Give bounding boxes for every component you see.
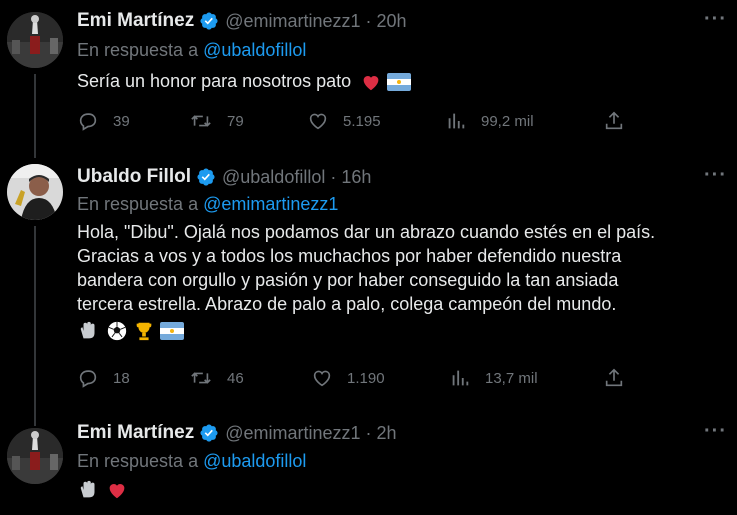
- share-icon: [605, 368, 623, 387]
- tweet-header: Emi Martínez @emimartinezz1 · 20h: [77, 8, 407, 34]
- display-name[interactable]: Emi Martínez: [77, 422, 194, 444]
- tweet-text: Hola, "Dibu". Ojalá nos podamos dar un a…: [77, 220, 717, 342]
- reply-button[interactable]: 18: [77, 367, 130, 389]
- share-icon: [605, 111, 623, 130]
- heart-icon: [309, 113, 327, 130]
- retweet-icon: [191, 372, 211, 384]
- emoji-row: [77, 318, 717, 342]
- share-button[interactable]: [603, 110, 639, 132]
- tweet-text-line: Gracias a vos y a todos los muchachos po…: [77, 246, 622, 266]
- reply-context: En respuesta a @ubaldofillol: [77, 40, 306, 61]
- views-icon: [452, 370, 469, 386]
- separator: ·: [365, 10, 372, 31]
- reply-icon: [79, 370, 97, 388]
- display-name[interactable]: Emi Martínez: [77, 10, 194, 32]
- reply-context: En respuesta a @emimartinezz1: [77, 194, 338, 215]
- views-button[interactable]: 13,7 mil: [449, 367, 538, 389]
- soccer-ball-icon: [107, 322, 127, 341]
- like-button[interactable]: 1.190: [311, 367, 385, 389]
- tweet-text-line: Hola, "Dibu". Ojalá nos podamos dar un a…: [77, 222, 656, 242]
- reply-prefix: En respuesta a: [77, 194, 199, 214]
- views-count: 13,7 mil: [485, 369, 538, 387]
- mention-link[interactable]: @ubaldofillol: [203, 40, 306, 60]
- share-button[interactable]: [603, 367, 639, 389]
- verified-badge-icon: [197, 168, 215, 186]
- display-name[interactable]: Ubaldo Fillol: [77, 166, 191, 188]
- handle[interactable]: @emimartinezz1: [225, 11, 360, 32]
- thread-line: [34, 74, 36, 158]
- views-count: 99,2 mil: [481, 112, 534, 130]
- action-bar: 18 46 1.190 13,7 mil: [77, 366, 637, 390]
- reply-context: En respuesta a @ubaldofillol: [77, 451, 306, 472]
- reply-button[interactable]: 39: [77, 110, 130, 132]
- argentina-flag-icon: [160, 322, 185, 341]
- like-count: 1.190: [347, 369, 385, 387]
- reply-count: 18: [113, 369, 130, 387]
- verified-badge-icon: [200, 424, 218, 442]
- handle[interactable]: @emimartinezz1: [225, 423, 360, 444]
- tweet-text: [77, 477, 717, 501]
- tweet-text-content: Sería un honor para nosotros pato: [77, 71, 352, 91]
- tweet-text: Sería un honor para nosotros pato: [77, 69, 717, 93]
- timestamp[interactable]: 16h: [341, 167, 371, 188]
- tweet-text-line: tercera estrella. Abrazo de palo a palo,…: [77, 294, 617, 314]
- tweet-header: Ubaldo Fillol @ubaldofillol · 16h: [77, 164, 371, 190]
- handle[interactable]: @ubaldofillol: [222, 167, 325, 188]
- heart-icon: [313, 370, 331, 387]
- more-icon[interactable]: ···: [704, 8, 727, 31]
- gloves-icon: [80, 322, 95, 339]
- gloves-icon: [80, 481, 95, 498]
- thread-line: [34, 226, 36, 426]
- reply-icon: [79, 113, 97, 131]
- retweet-button[interactable]: 46: [189, 367, 244, 389]
- tweet-text-line: bandera con orgullo y pasión y por haber…: [77, 270, 619, 290]
- like-button[interactable]: 5.195: [307, 110, 381, 132]
- trophy-icon: [136, 323, 152, 341]
- argentina-flag-icon: [387, 73, 412, 92]
- like-count: 5.195: [343, 112, 381, 130]
- reply-prefix: En respuesta a: [77, 451, 199, 471]
- separator: ·: [365, 422, 372, 443]
- retweet-count: 79: [227, 112, 244, 130]
- avatar-ubaldo[interactable]: [7, 164, 63, 220]
- mention-link[interactable]: @emimartinezz1: [203, 194, 338, 214]
- reply-prefix: En respuesta a: [77, 40, 199, 60]
- more-icon[interactable]: ···: [704, 420, 727, 443]
- timestamp[interactable]: 2h: [377, 423, 397, 444]
- red-heart-icon: [363, 76, 379, 91]
- tweet-header: Emi Martínez @emimartinezz1 · 2h: [77, 420, 397, 446]
- retweet-count: 46: [227, 369, 244, 387]
- more-icon[interactable]: ···: [704, 164, 727, 187]
- views-icon: [448, 113, 465, 129]
- retweet-icon: [191, 115, 211, 127]
- timestamp[interactable]: 20h: [377, 11, 407, 32]
- mention-link[interactable]: @ubaldofillol: [203, 451, 306, 471]
- retweet-button[interactable]: 79: [189, 110, 244, 132]
- avatar-emi[interactable]: [7, 428, 63, 484]
- separator: ·: [330, 166, 337, 187]
- action-bar: 39 79 5.195 99,2 mil: [77, 109, 637, 133]
- avatar-emi[interactable]: [7, 12, 63, 68]
- verified-badge-icon: [200, 12, 218, 30]
- red-heart-icon: [109, 484, 125, 499]
- views-button[interactable]: 99,2 mil: [445, 110, 534, 132]
- reply-count: 39: [113, 112, 130, 130]
